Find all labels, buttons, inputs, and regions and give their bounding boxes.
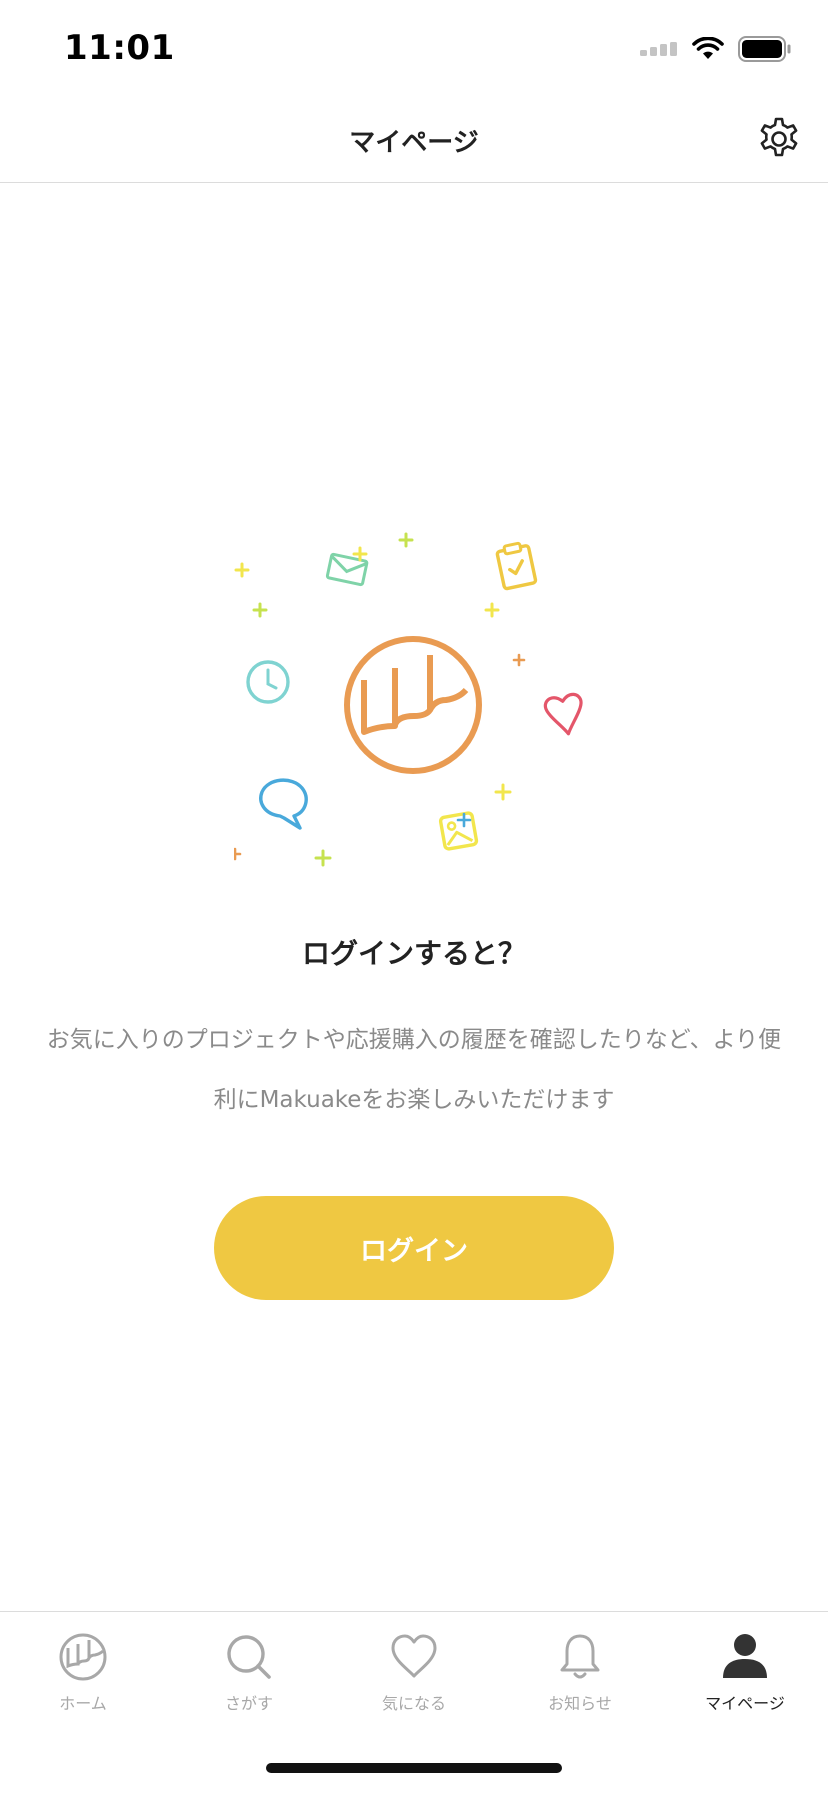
tab-label: さがす [224, 1694, 273, 1713]
battery-icon [738, 36, 791, 62]
tab-label: お知らせ [548, 1694, 612, 1713]
tab-favorites[interactable]: 気になる [331, 1622, 497, 1732]
heart-icon [543, 692, 583, 736]
login-headline: ログインすると？ [301, 937, 526, 970]
settings-button[interactable] [756, 116, 802, 162]
page-title: マイページ [349, 128, 479, 158]
makuake-logo-icon [344, 636, 482, 774]
signal-icon [640, 42, 677, 56]
heart-icon [391, 1634, 437, 1678]
clipboard-check-icon [495, 541, 538, 591]
search-icon [227, 1635, 271, 1679]
tab-notifications[interactable]: お知らせ [497, 1622, 663, 1732]
tab-label: 気になる [381, 1694, 446, 1713]
status-bar: 11:01 [0, 0, 828, 96]
status-time: 11:01 [64, 28, 175, 68]
bell-icon [560, 1634, 600, 1679]
clock-icon [246, 660, 290, 704]
tab-home[interactable]: ホーム [0, 1622, 166, 1732]
person-icon [723, 1634, 767, 1678]
tab-label: マイページ [705, 1694, 785, 1713]
image-icon [438, 811, 479, 851]
status-icons [640, 34, 792, 64]
makuake-home-icon [59, 1633, 107, 1681]
gear-icon [760, 117, 798, 157]
speech-bubble-icon [259, 778, 308, 830]
wifi-icon [692, 37, 724, 59]
header: マイページ [0, 96, 828, 183]
login-button[interactable]: ログイン [214, 1196, 614, 1300]
tab-mypage[interactable]: マイページ [662, 1622, 828, 1732]
login-description: お気に入りのプロジェクトや応援購入の履歴を確認したりなど、より便利にMakuak… [46, 1027, 782, 1113]
login-illustration [216, 520, 594, 880]
tab-label: ホーム [59, 1694, 107, 1713]
tab-search[interactable]: さがす [166, 1622, 332, 1732]
home-indicator[interactable] [266, 1763, 562, 1773]
